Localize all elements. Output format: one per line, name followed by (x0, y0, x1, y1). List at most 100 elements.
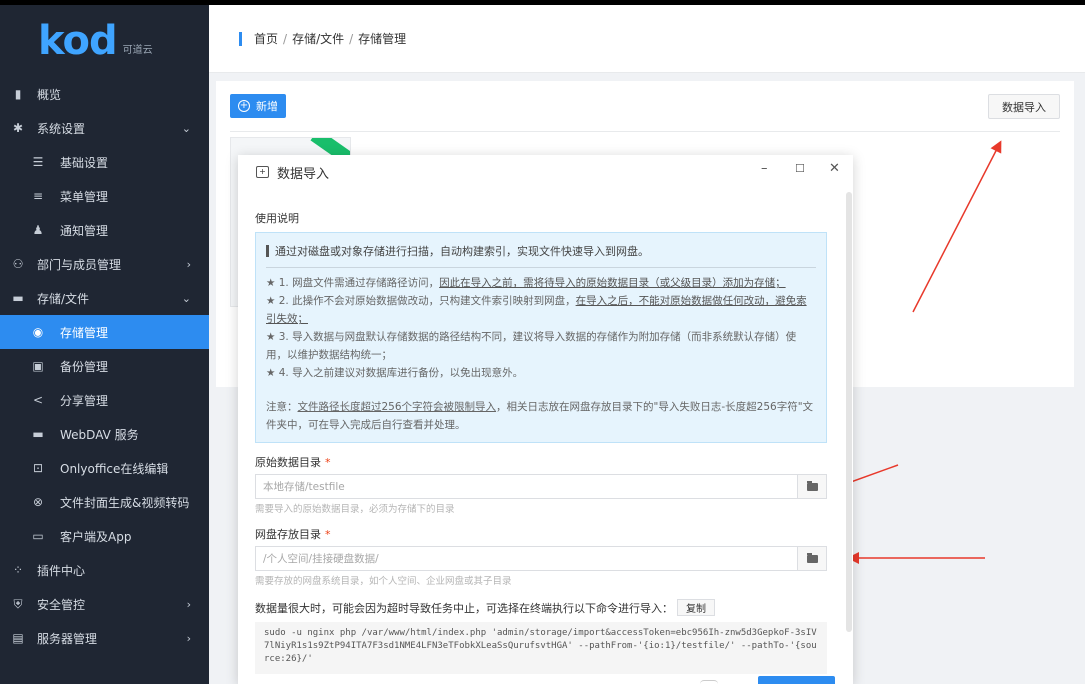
sidebar-item[interactable]: ⛨ 安全管控 › (0, 587, 209, 621)
breadcrumb-separator: / (349, 32, 354, 46)
sidebar-item[interactable]: ✱ 系统设置 ⌄ (0, 111, 209, 145)
database-icon: ◉ (32, 325, 44, 339)
sidebar-item[interactable]: ▤ 服务器管理 › (0, 621, 209, 655)
chevron-down-icon: ⌄ (181, 121, 191, 135)
sidebar-item-label: 菜单管理 (60, 189, 109, 204)
sidebar-item-label: 概览 (37, 87, 62, 102)
dialog-body: 使用说明 通过对磁盘或对象存储进行扫描，自动构建索引，实现文件快速导入到网盘。 … (238, 210, 853, 674)
sidebar-item[interactable]: ▭ 客户端及App (0, 519, 209, 553)
data-import-dialog: + 数据导入 – ☐ ✕ 使用说明 通过对磁盘或对象存储进行扫描，自动构建索引，… (238, 155, 853, 684)
sidebar-item[interactable]: ⚇ 部门与成员管理 › (0, 247, 209, 281)
plus-icon: + (238, 100, 250, 112)
dialog-title-text: 数据导入 (277, 166, 330, 182)
sidebar-item-label: 文件封面生成&视频转码 (60, 495, 190, 510)
sidebar-item-label: Onlyoffice在线编辑 (60, 461, 169, 476)
sidebar-item-label: 存储管理 (60, 325, 109, 340)
sidebar-item[interactable]: ▬ 存储/文件 ⌄ (0, 281, 209, 315)
sidebar-item[interactable]: < 分享管理 (0, 383, 209, 417)
add-button-label: 新增 (256, 100, 278, 113)
note-emphasis: 因此在导入之前，需将待导入的原始数据目录（或父级目录）添加为存储； (439, 277, 786, 289)
note-text: ★ 1. 网盘文件需通过存储路径访问， (266, 277, 440, 289)
import-button-label: 数据导入 (1002, 100, 1046, 114)
add-storage-button[interactable]: + 新增 (230, 94, 286, 118)
logo-text: kod (38, 18, 118, 64)
sidebar-item[interactable]: ⊡ Onlyoffice在线编辑 (0, 451, 209, 485)
save-icon: ▣ (32, 359, 44, 373)
path-length-warning: 注意：文件路径长度超过256个字符会被限制导入，相关日志放在网盘存放目录下的"导… (266, 398, 816, 434)
maximize-icon[interactable]: ☐ (795, 162, 805, 175)
minimize-icon[interactable]: – (761, 161, 768, 176)
dialog-title: + 数据导入 (256, 163, 329, 182)
chevron-right-icon: › (186, 257, 191, 271)
monitor-icon: ▭ (32, 529, 44, 543)
source-dir-hint: 需要导入的原始数据目录，必须为存储下的目录 (255, 504, 455, 515)
sidebar: kod 可道云 ▮ 概览 ✱ 系统设置 ⌄ ☰ 基础设置 ≡ 菜单管理 ♟ 通知管理 ⚇ 部门与成员管理… (0, 5, 209, 684)
dialog-scrollbar[interactable] (846, 192, 852, 632)
required-mark: * (325, 528, 331, 541)
dest-folder-picker-button[interactable] (797, 547, 826, 570)
sidebar-item-label: 安全管控 (37, 597, 86, 612)
source-folder-picker-button[interactable] (797, 475, 826, 498)
sidebar-item[interactable]: ☰ 基础设置 (0, 145, 209, 179)
command-hint: 数据量很大时，可能会因为超时导致任务中止，可选择在终端执行以下命令进行导入： 复… (255, 599, 827, 616)
webdav-icon: ▬ (32, 427, 44, 441)
source-dir-input[interactable] (256, 475, 796, 498)
sidebar-item[interactable]: ♟ 通知管理 (0, 213, 209, 247)
sidebar-item-label: 分享管理 (60, 393, 109, 408)
dest-dir-input[interactable] (256, 547, 796, 570)
usage-info-box: 通过对磁盘或对象存储进行扫描，自动构建索引，实现文件快速导入到网盘。 ★ 1. … (255, 232, 827, 443)
breadcrumb-accent (239, 31, 242, 46)
lead-bar (266, 245, 269, 257)
dialog-footer-cancel-edge[interactable] (700, 680, 718, 684)
note-text: ★ 2. 此操作不会对原始数据做改动，只构建文件索引映射到网盘， (266, 295, 576, 307)
dialog-header: + 数据导入 – ☐ ✕ (238, 155, 853, 185)
close-icon[interactable]: ✕ (829, 161, 840, 176)
sidebar-item[interactable]: ⁘ 插件中心 (0, 553, 209, 587)
folder-icon: ▬ (12, 291, 24, 305)
cover-icon: ⊗ (32, 495, 44, 509)
dest-label-text: 网盘存放目录 (255, 528, 321, 541)
breadcrumb-parent[interactable]: 存储/文件 (292, 32, 344, 46)
sidebar-item[interactable]: ▣ 备份管理 (0, 349, 209, 383)
command-hint-text: 数据量很大时，可能会因为超时导致任务中止，可选择在终端执行以下命令进行导入： (255, 601, 673, 615)
chevron-down-icon: ⌄ (181, 291, 191, 305)
required-mark: * (325, 456, 331, 469)
sidebar-item-label: 服务器管理 (37, 631, 98, 646)
folder-icon (806, 480, 818, 491)
sidebar-item[interactable]: ▮ 概览 (0, 77, 209, 111)
sidebar-item[interactable]: ▬ WebDAV 服务 (0, 417, 209, 451)
usage-note: ★ 4. 导入之前建议对数据库进行备份，以免出现意外。 (266, 367, 524, 379)
sidebar-item[interactable]: ⊗ 文件封面生成&视频转码 (0, 485, 209, 519)
folder-icon (806, 552, 818, 563)
sidebar-item[interactable]: ◉ 存储管理 (0, 315, 209, 349)
bar-chart-icon: ▮ (14, 87, 22, 101)
logo: kod 可道云 (0, 5, 209, 77)
sidebar-item-label: 基础设置 (60, 155, 109, 170)
usage-lead-text: 通过对磁盘或对象存储进行扫描，自动构建索引，实现文件快速导入到网盘。 (275, 245, 649, 258)
dialog-footer-confirm-button[interactable] (758, 676, 835, 684)
breadcrumb: 首页 / 存储/文件 / 存储管理 (254, 30, 406, 47)
dest-dir-hint: 需要存放的网盘系统目录，如个人空间、企业网盘或其子目录 (255, 576, 512, 587)
breadcrumb-home[interactable]: 首页 (254, 32, 278, 46)
chevron-right-icon: › (186, 597, 191, 611)
info-divider (266, 267, 816, 268)
plugin-icon: ⁘ (12, 563, 24, 577)
import-command-code[interactable]: sudo -u nginx php /var/www/html/index.ph… (255, 622, 827, 674)
header-bar: 首页 / 存储/文件 / 存储管理 (209, 5, 1085, 73)
sidebar-menu: ▮ 概览 ✱ 系统设置 ⌄ ☰ 基础设置 ≡ 菜单管理 ♟ 通知管理 ⚇ 部门与成员管理 › ▬ 存储/文件 ⌄… (0, 77, 209, 655)
menu-icon: ≡ (32, 189, 44, 203)
divider (230, 131, 1060, 132)
sidebar-item-label: 通知管理 (60, 223, 109, 238)
sidebar-item[interactable]: ≡ 菜单管理 (0, 179, 209, 213)
server-icon: ▤ (12, 631, 24, 645)
usage-note: ★ 3. 导入数据与网盘默认存储数据的路径结构不同，建议将导入数据的存储作为附加… (266, 331, 797, 361)
chevron-right-icon: › (186, 631, 191, 645)
usage-note: ★ 1. 网盘文件需通过存储路径访问，因此在导入之前，需将待导入的原始数据目录（… (266, 274, 816, 292)
data-import-button[interactable]: 数据导入 (988, 94, 1060, 119)
source-dir-label: 原始数据目录 * (255, 454, 827, 470)
source-dir-field (255, 474, 827, 499)
office-icon: ⊡ (32, 461, 44, 475)
sidebar-item-label: 存储/文件 (37, 291, 90, 306)
warning-prefix: 注意： (266, 401, 298, 413)
copy-command-button[interactable]: 复制 (677, 599, 715, 616)
